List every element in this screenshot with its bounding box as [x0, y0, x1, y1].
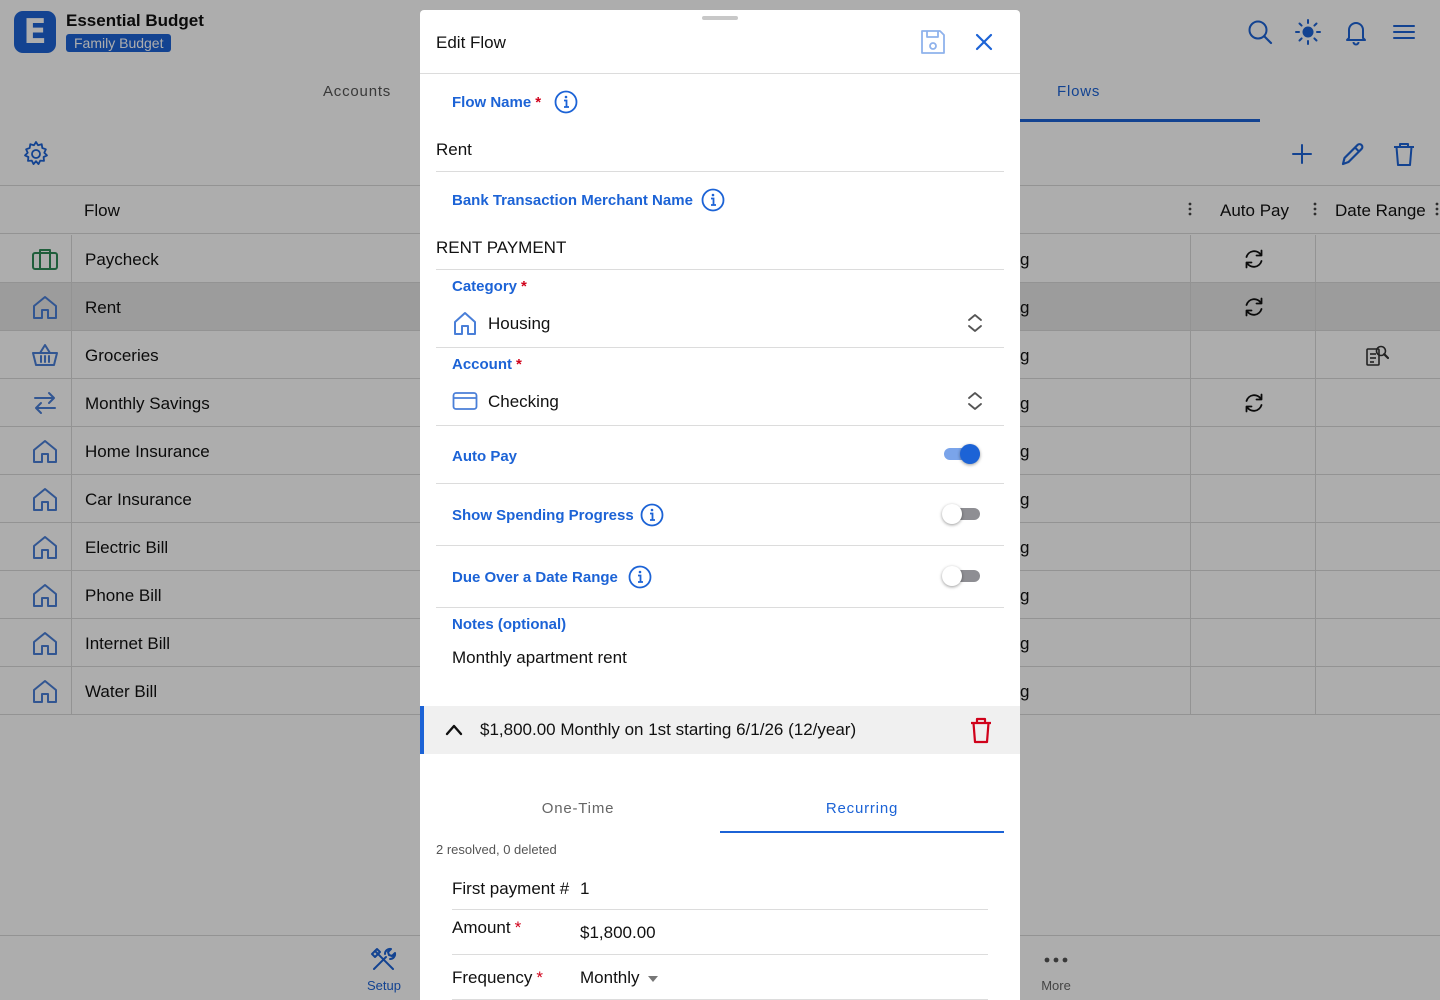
amount-input[interactable]: $1,800.00: [580, 923, 656, 943]
trash-icon[interactable]: [968, 716, 994, 744]
modal-header: Edit Flow: [420, 10, 1020, 74]
notes-label: Notes (optional): [452, 616, 567, 633]
flow-name-label: Flow Name *: [452, 94, 542, 111]
schedule-summary[interactable]: $1,800.00 Monthly on 1st starting 6/1/26…: [420, 706, 1020, 754]
schedule-summary-text: $1,800.00 Monthly on 1st starting 6/1/26…: [480, 720, 857, 739]
auto-pay-toggle[interactable]: [944, 442, 980, 466]
spending-progress-toggle[interactable]: [942, 502, 980, 526]
date-range-toggle[interactable]: [942, 564, 980, 588]
info-icon[interactable]: [640, 503, 664, 527]
flow-name-value[interactable]: Rent: [436, 140, 472, 160]
notes-value[interactable]: Monthly apartment rent: [452, 648, 627, 668]
info-icon[interactable]: [701, 188, 725, 212]
info-icon[interactable]: [628, 565, 652, 589]
save-icon[interactable]: [919, 28, 947, 56]
tab-one-time[interactable]: One-Time: [436, 800, 720, 817]
chevron-updown-icon: [966, 312, 984, 334]
auto-pay-row: Auto Pay: [436, 426, 1004, 484]
date-range-label: Due Over a Date Range: [452, 569, 618, 586]
frequency-select[interactable]: Monthly: [580, 968, 658, 988]
frequency-row: Frequency * Monthly: [452, 955, 988, 1000]
dropdown-caret-icon: [647, 975, 658, 982]
frequency-label: Frequency *: [452, 968, 543, 987]
first-payment-input[interactable]: 1: [580, 879, 589, 899]
tab-recurring[interactable]: Recurring: [720, 800, 1004, 817]
category-select[interactable]: Category * Housing: [436, 270, 1004, 348]
category-label: Category *: [452, 278, 527, 295]
recurrence-tabs: One-Time Recurring: [436, 790, 1004, 834]
merchant-name-value[interactable]: RENT PAYMENT: [436, 238, 566, 258]
account-select[interactable]: Account * Checking: [436, 348, 1004, 426]
flow-name-field[interactable]: Flow Name * Rent: [436, 74, 1004, 172]
account-label: Account *: [452, 356, 522, 373]
account-value: Checking: [488, 392, 559, 411]
spending-progress-label: Show Spending Progress: [452, 507, 634, 524]
notes-field[interactable]: Notes (optional) Monthly apartment rent: [436, 608, 1004, 698]
merchant-name-label: Bank Transaction Merchant Name: [452, 192, 693, 209]
amount-row: Amount * $1,800.00: [452, 910, 988, 955]
edit-flow-modal: Edit Flow Flow Name * Rent Bank Transacti…: [420, 10, 1020, 1000]
chevron-up-icon[interactable]: [444, 720, 464, 740]
date-range-row: Due Over a Date Range: [436, 546, 1004, 608]
category-value: Housing: [488, 314, 551, 333]
info-icon[interactable]: [554, 90, 578, 114]
merchant-name-field[interactable]: Bank Transaction Merchant Name RENT PAYM…: [436, 172, 1004, 270]
first-payment-row: First payment # 1: [452, 872, 988, 910]
resolved-status: 2 resolved, 0 deleted: [436, 842, 557, 857]
chevron-updown-icon: [966, 390, 984, 412]
house-icon: [452, 310, 478, 336]
amount-label: Amount *: [452, 918, 522, 937]
card-icon: [452, 388, 478, 414]
first-payment-label: First payment #: [452, 879, 570, 898]
spending-progress-row: Show Spending Progress: [436, 484, 1004, 546]
close-icon[interactable]: [970, 28, 998, 56]
active-tab-indicator: [720, 831, 1004, 833]
auto-pay-label: Auto Pay: [452, 448, 518, 465]
modal-title: Edit Flow: [436, 33, 506, 52]
